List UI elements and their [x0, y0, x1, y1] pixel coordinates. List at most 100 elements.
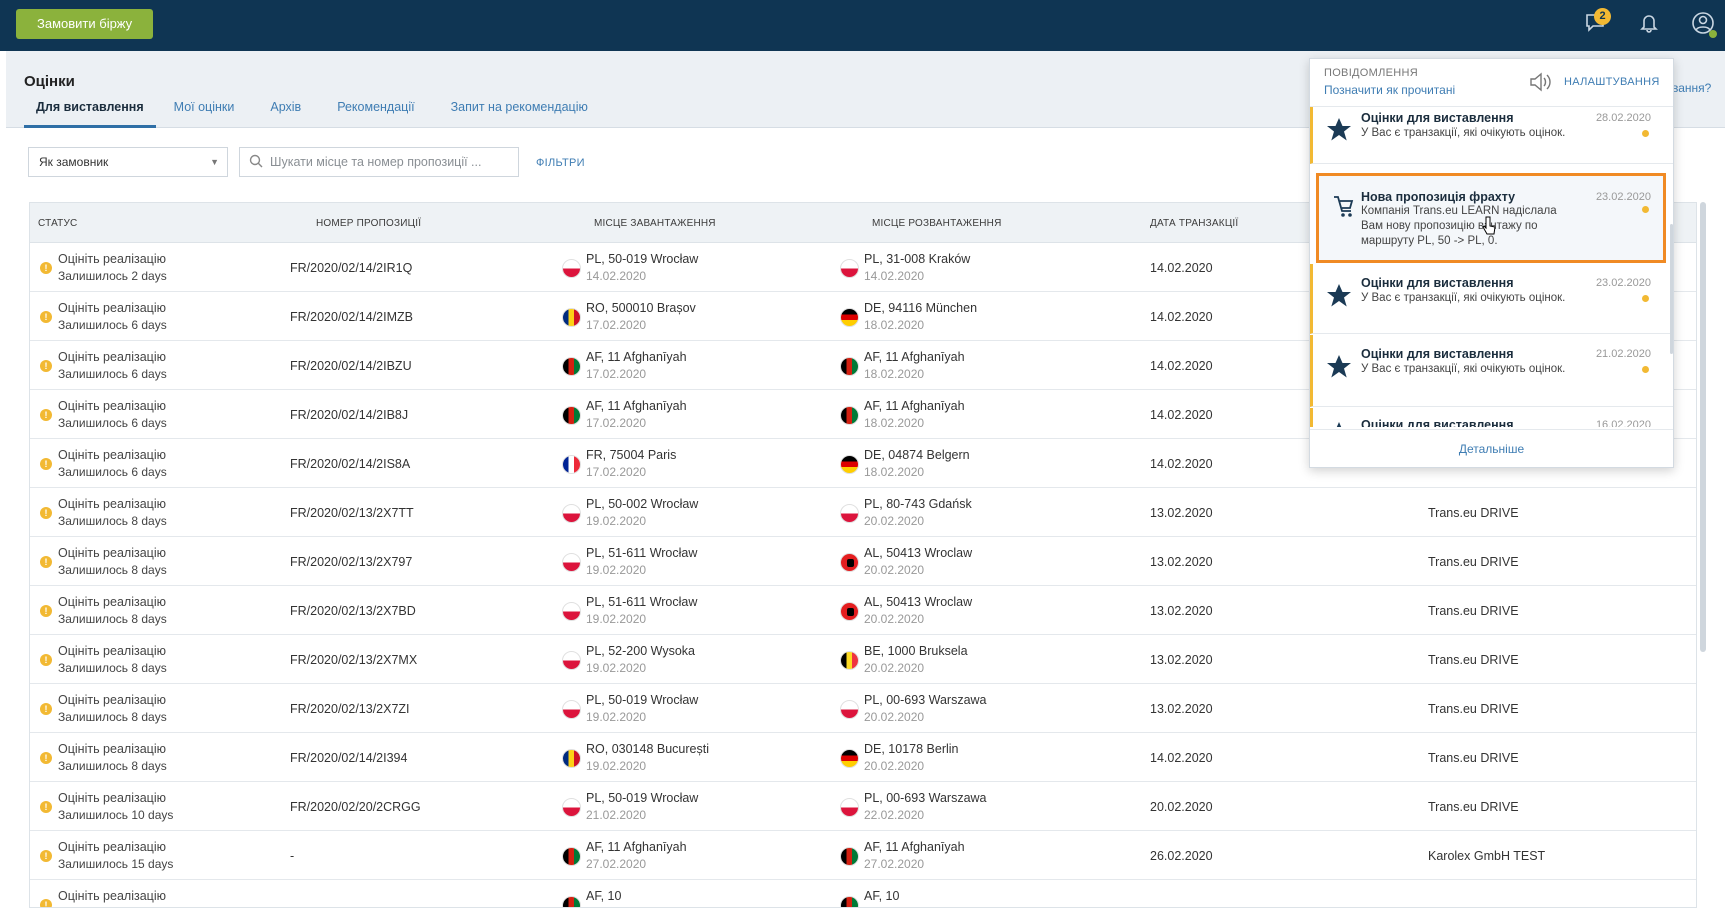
flag-icon [840, 406, 859, 425]
table-row[interactable]: ! Оцініть реалізацію Залишилось 10 days FR/… [30, 782, 1696, 831]
table-row[interactable]: ! Оцініть реалізацію Залишилось 8 days FR/2… [30, 684, 1696, 733]
status-text: Оцініть реалізацію [58, 546, 166, 560]
table-row[interactable]: ! Оцініть реалізацію Залишилось 8 days FR/2… [30, 733, 1696, 782]
search-input[interactable] [270, 152, 510, 172]
notification-settings-link[interactable]: НАЛАШТУВАННЯ [1564, 76, 1660, 88]
notification-title: Оцінки для виставлення [1361, 347, 1514, 361]
unloading-place: AF, 11 Afghanīyah [864, 399, 965, 413]
transaction-date: 14.02.2020 [1150, 359, 1213, 373]
flag-icon [562, 749, 581, 768]
tab-archive[interactable]: Архів [252, 101, 319, 128]
loading-place: AF, 10 [586, 889, 622, 903]
flag-icon [562, 357, 581, 376]
tab-recommendation-request[interactable]: Запит на рекомендацію [433, 101, 606, 128]
loading-date: 17.02.2020 [586, 367, 647, 381]
notification-text: У Вас є транзакції, які очікують оцінок. [1361, 363, 1566, 375]
tab-to-rate[interactable]: Для виставлення [24, 101, 156, 128]
loading-place: PL, 50-019 Wrocław [586, 693, 699, 707]
offer-number[interactable]: FR/2020/02/13/2X7TT [290, 506, 414, 520]
status-text: Оцініть реалізацію [58, 840, 166, 854]
speaker-icon[interactable] [1528, 71, 1552, 93]
top-bar: Замовити біржу 2 [0, 0, 1725, 51]
notification-title: Нова пропозиція фрахту [1361, 190, 1516, 204]
offer-number[interactable]: FR/2020/02/13/2X7ZI [290, 702, 410, 716]
column-header-number[interactable]: НОМЕР ПРОПОЗИЦІЇ [316, 218, 421, 229]
transaction-date: 14.02.2020 [1150, 408, 1213, 422]
flag-icon [562, 406, 581, 425]
help-link[interactable]: вання? [1672, 81, 1711, 95]
tab-my-ratings[interactable]: Мої оцінки [156, 101, 253, 128]
status-text: Оцініть реалізацію [58, 301, 166, 315]
offer-number[interactable]: - [290, 849, 294, 863]
remaining-text: Залишилось 6 days [58, 416, 167, 430]
remaining-text: Залишилось 8 days [58, 759, 167, 773]
column-header-loading[interactable]: МІСЦЕ ЗАВАНТАЖЕННЯ [594, 218, 716, 229]
notification-item[interactable]: Оцінки для виставлення 28.02.2020 У Вас … [1310, 107, 1673, 164]
unloading-date: 14.02.2020 [864, 269, 925, 283]
loading-date: 19.02.2020 [586, 514, 647, 528]
loading-date: 19.02.2020 [586, 563, 647, 577]
notification-item[interactable]: Оцінки для виставлення 16.02.2020 [1310, 408, 1673, 427]
flag-icon [840, 847, 859, 866]
notification-item[interactable]: Оцінки для виставлення 21.02.2020 У Вас … [1310, 335, 1673, 407]
column-header-date[interactable]: ДАТА ТРАНЗАКЦІЇ [1150, 218, 1238, 229]
offer-number[interactable]: FR/2020/02/13/2X797 [290, 555, 412, 569]
loading-place: PL, 52-200 Wysoka [586, 644, 695, 658]
bell-icon[interactable] [1636, 11, 1662, 37]
unloading-date: 20.02.2020 [864, 710, 925, 724]
column-header-unloading[interactable]: МІСЦЕ РОЗВАНТАЖЕННЯ [872, 218, 1002, 229]
notification-date: 28.02.2020 [1595, 112, 1651, 124]
table-row[interactable]: ! Оцініть реалізацію Залишилось 15 days - AF… [30, 831, 1696, 880]
company-name: Trans.eu DRIVE [1428, 751, 1519, 765]
remaining-text: Залишилось 8 days [58, 661, 167, 675]
page-scrollbar[interactable] [1700, 202, 1706, 652]
mark-as-read-link[interactable]: Позначити як прочитані [1324, 83, 1455, 97]
order-exchange-button[interactable]: Замовити біржу [16, 9, 154, 39]
unloading-place: BE, 1000 Bruksela [864, 644, 968, 658]
warning-icon: ! [40, 507, 52, 519]
offer-number[interactable]: FR/2020/02/14/2IMZB [290, 310, 413, 324]
remaining-text: Залишилось 15 days [58, 857, 174, 871]
offer-number[interactable]: FR/2020/02/14/2IB8J [290, 408, 408, 422]
search-field[interactable] [239, 147, 519, 177]
tabs: Для виставлення Мої оцінки Архів Рекомен… [6, 101, 606, 128]
star-icon [1327, 118, 1351, 141]
flag-icon [840, 553, 859, 572]
notification-text: У Вас є транзакції, які очікують оцінок. [1361, 292, 1566, 304]
company-name: Trans.eu DRIVE [1428, 800, 1519, 814]
unloading-date: 18.02.2020 [864, 465, 925, 479]
loading-place: PL, 50-002 Wrocław [586, 497, 699, 511]
column-header-status[interactable]: СТАТУС [38, 218, 77, 229]
offer-number[interactable]: FR/2020/02/14/2I394 [290, 751, 407, 765]
offer-number[interactable]: FR/2020/02/14/2IBZU [290, 359, 412, 373]
unloading-date: 18.02.2020 [864, 318, 925, 332]
warning-icon: ! [40, 311, 52, 323]
offer-number[interactable]: FR/2020/02/13/2X7BD [290, 604, 416, 618]
table-row[interactable]: ! Оцініть реалізацію AF, 10 AF, 10 [30, 880, 1696, 907]
table-row[interactable]: ! Оцініть реалізацію Залишилось 8 days FR/2… [30, 488, 1696, 537]
unloading-date: 20.02.2020 [864, 612, 925, 626]
filters-link[interactable]: ФІЛЬТРИ [536, 157, 585, 169]
remaining-text: Залишилось 6 days [58, 367, 167, 381]
table-row[interactable]: ! Оцініть реалізацію Залишилось 8 days FR/2… [30, 537, 1696, 586]
notification-item[interactable]: Оцінки для виставлення 23.02.2020 У Вас … [1310, 264, 1673, 334]
loading-date: 17.02.2020 [586, 465, 647, 479]
offer-number[interactable]: FR/2020/02/13/2X7MX [290, 653, 417, 667]
notifications-more-link[interactable]: Детальніше [1310, 429, 1673, 469]
flag-icon [562, 455, 581, 474]
transaction-date: 13.02.2020 [1150, 702, 1213, 716]
flag-icon [840, 651, 859, 670]
offer-number[interactable]: FR/2020/02/14/2IS8A [290, 457, 410, 471]
notification-date: 16.02.2020 [1595, 419, 1651, 427]
flag-icon [562, 700, 581, 719]
unloading-place: DE, 04874 Belgern [864, 448, 970, 462]
notifications-scrollbar[interactable] [1670, 224, 1673, 354]
offer-number[interactable]: FR/2020/02/14/2IR1Q [290, 261, 412, 275]
unloading-date: 18.02.2020 [864, 367, 925, 381]
role-select[interactable]: Як замовник ▼ [28, 147, 228, 177]
table-row[interactable]: ! Оцініть реалізацію Залишилось 8 days FR/2… [30, 586, 1696, 635]
table-row[interactable]: ! Оцініть реалізацію Залишилось 8 days FR/2… [30, 635, 1696, 684]
remaining-text: Залишилось 8 days [58, 563, 167, 577]
offer-number[interactable]: FR/2020/02/20/2CRGG [290, 800, 421, 814]
tab-recommendations[interactable]: Рекомендації [319, 101, 432, 128]
